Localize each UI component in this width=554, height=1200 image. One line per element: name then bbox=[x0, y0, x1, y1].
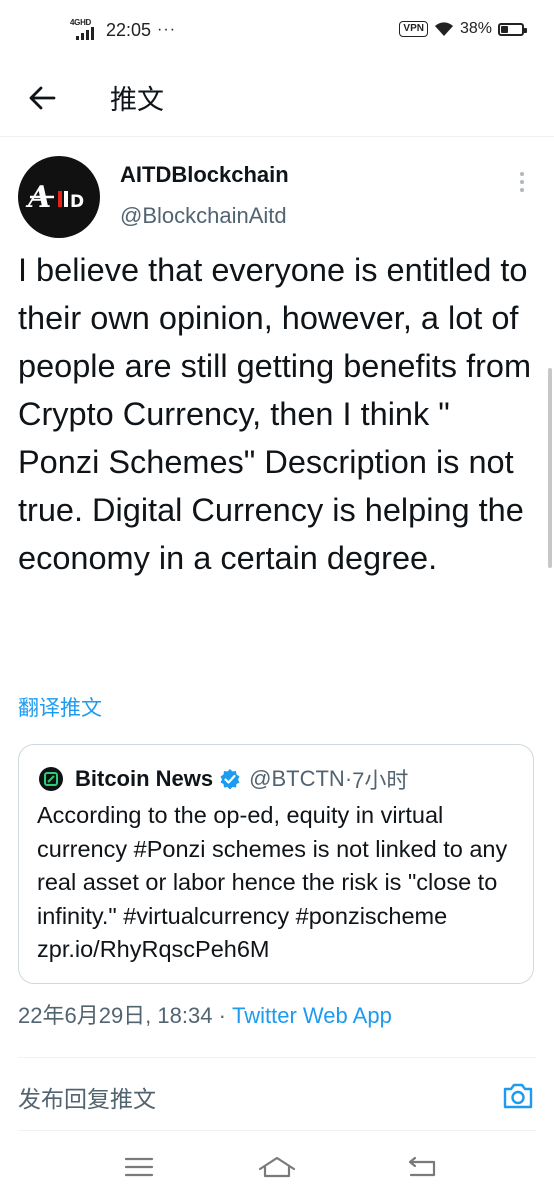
back-button[interactable] bbox=[20, 76, 64, 120]
tweet-timestamp: 22年6月29日, 18:34 bbox=[18, 1003, 213, 1028]
quoted-tweet-card[interactable]: Bitcoin News @BTCTN · 7小时 According to t… bbox=[18, 744, 534, 984]
battery-percent: 38% bbox=[459, 20, 492, 37]
quoted-author-name: Bitcoin News bbox=[75, 766, 214, 791]
home-icon bbox=[258, 1156, 296, 1178]
reply-input[interactable]: 发布回复推文 bbox=[18, 1080, 156, 1114]
author-name[interactable]: AITDBlockchain bbox=[120, 162, 289, 188]
vpn-icon: VPN bbox=[399, 21, 428, 37]
divider bbox=[18, 1057, 536, 1058]
network-type: 4GHD bbox=[70, 18, 92, 27]
battery-icon bbox=[498, 22, 527, 36]
verified-badge-icon bbox=[219, 768, 241, 790]
signal-icon: 4GHD bbox=[70, 18, 98, 42]
translate-tweet-link[interactable]: 翻译推文 bbox=[18, 692, 102, 722]
quoted-timestamp: 7小时 bbox=[352, 768, 409, 793]
author-handle[interactable]: @BlockchainAitd bbox=[120, 203, 287, 229]
status-bar-left: 4GHD 22:05 ··· bbox=[70, 18, 176, 42]
divider bbox=[18, 1130, 536, 1131]
status-bar: 4GHD 22:05 ··· VPN 38% bbox=[0, 0, 554, 62]
reply-bar: 发布回复推文 bbox=[0, 1060, 554, 1130]
top-app-bar: 推文 bbox=[0, 62, 554, 137]
quoted-author-handle: @BTCTN bbox=[249, 766, 345, 791]
quoted-separator: · bbox=[344, 766, 353, 791]
tweet-text: I believe that everyone is entitled to t… bbox=[18, 252, 532, 576]
back-system-button[interactable] bbox=[400, 1150, 444, 1184]
bitcoin-news-logo-icon bbox=[44, 772, 58, 786]
arrow-left-icon bbox=[29, 86, 56, 110]
menu-button[interactable] bbox=[117, 1150, 161, 1184]
camera-button[interactable] bbox=[498, 1078, 538, 1114]
tweet-meta: 22年6月29日, 18:34 · Twitter Web App bbox=[18, 998, 392, 1030]
system-nav-bar bbox=[0, 1134, 554, 1200]
status-time: 22:05 bbox=[106, 19, 152, 40]
wifi-icon bbox=[434, 22, 453, 36]
scrollbar[interactable] bbox=[548, 368, 552, 568]
home-button[interactable] bbox=[255, 1150, 299, 1184]
svg-text:D: D bbox=[70, 192, 84, 212]
meta-separator: · bbox=[212, 1003, 233, 1028]
status-overflow-icon: ··· bbox=[157, 21, 177, 38]
menu-icon bbox=[124, 1157, 154, 1177]
status-bar-right: VPN 38% bbox=[399, 20, 527, 38]
camera-icon bbox=[503, 1083, 533, 1109]
back-return-icon bbox=[408, 1156, 436, 1177]
quoted-tweet-text: According to the op-ed, equity in virtua… bbox=[37, 802, 508, 962]
quoted-tweet-header: Bitcoin News @BTCTN · 7小时 bbox=[75, 763, 408, 795]
tweet-source-link[interactable]: Twitter Web App bbox=[232, 1003, 392, 1028]
aiid-logo-icon: A D bbox=[25, 180, 84, 215]
page-title: 推文 bbox=[110, 85, 164, 116]
battery-level bbox=[501, 25, 509, 33]
more-vertical-icon[interactable] bbox=[508, 168, 536, 196]
author-avatar[interactable]: A D bbox=[18, 156, 100, 238]
quoted-author-avatar bbox=[39, 767, 63, 791]
